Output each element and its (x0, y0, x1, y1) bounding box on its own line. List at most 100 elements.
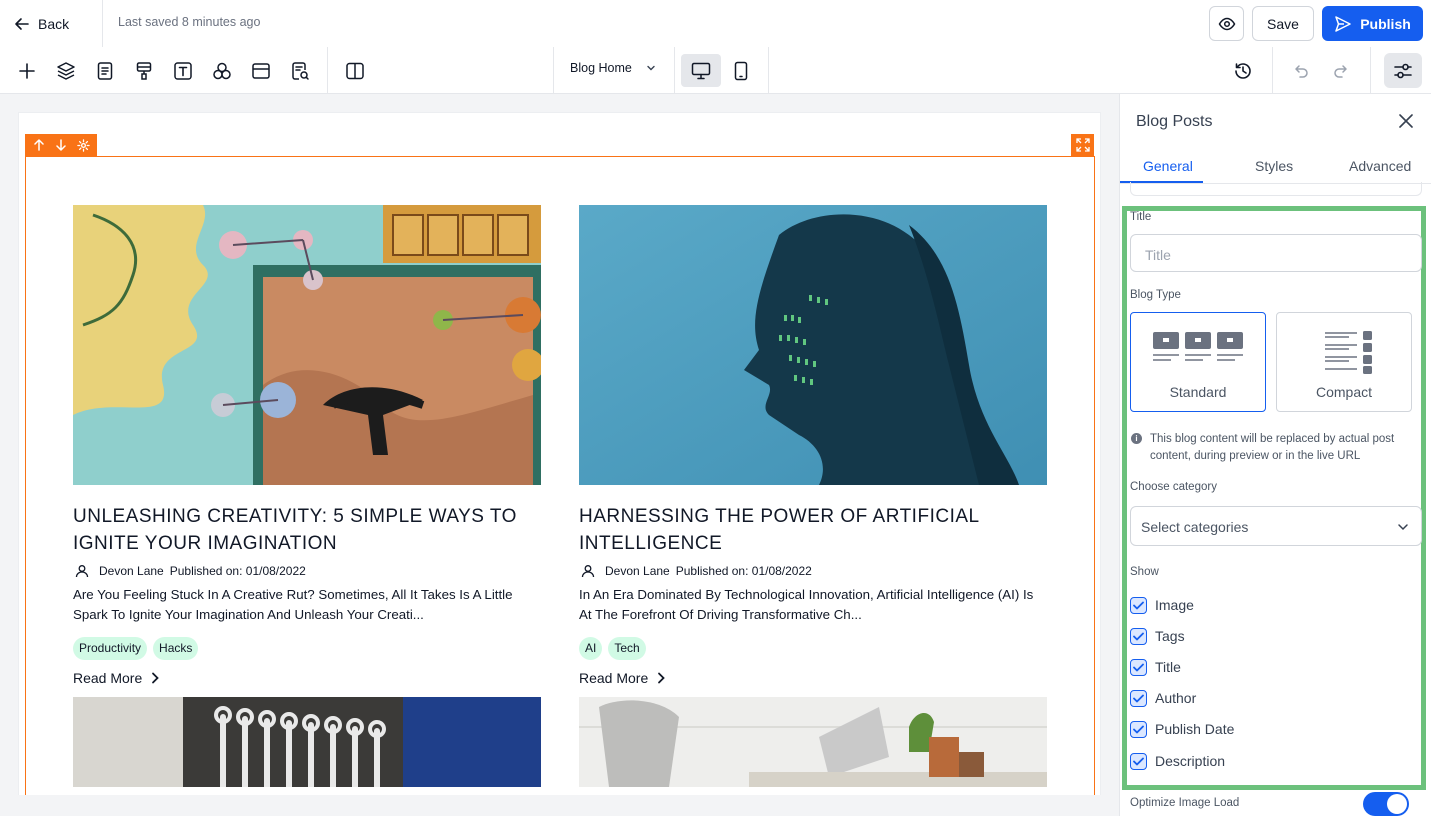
divider (1370, 47, 1371, 93)
post-description: In An Era Dominated By Technological Inn… (579, 587, 1034, 622)
title-input[interactable]: Title (1130, 234, 1422, 272)
show-author-checkbox[interactable]: Author (1130, 688, 1196, 708)
checkbox-checked-icon (1130, 596, 1147, 614)
show-description-checkbox[interactable]: Description (1130, 751, 1225, 771)
gear-icon[interactable] (74, 136, 92, 154)
split-view-icon[interactable] (343, 59, 367, 83)
top-bar: Back Last saved 8 minutes ago Save Publi… (0, 0, 1431, 47)
show-publish-date-checkbox[interactable]: Publish Date (1130, 719, 1234, 739)
read-more-link[interactable]: Read More (73, 670, 160, 686)
layers-icon[interactable] (54, 59, 78, 83)
post-image[interactable] (579, 205, 1047, 485)
tag-badge[interactable]: AI (579, 637, 603, 660)
post-meta: Devon Lane Published on: 01/08/2022 (581, 564, 812, 578)
undo-icon[interactable] (1289, 59, 1313, 83)
show-tags-checkbox[interactable]: Tags (1130, 626, 1185, 646)
back-button[interactable]: Back (14, 12, 69, 36)
toggle-knob (1387, 794, 1407, 814)
chevron-down-icon (1397, 521, 1409, 533)
optimize-image-toggle[interactable] (1363, 792, 1409, 816)
editor-toolbar: Blog Home (0, 47, 1431, 94)
divider (674, 47, 675, 93)
info-icon: i (1131, 433, 1142, 444)
checkbox-checked-icon (1130, 689, 1147, 707)
blog-type-standard-label: Standard (1169, 384, 1227, 400)
show-title-label: Title (1155, 659, 1181, 675)
paint-icon[interactable] (132, 59, 156, 83)
eye-icon (1218, 15, 1236, 33)
divider (768, 47, 769, 93)
divider (553, 47, 554, 93)
post-author: Devon Lane (99, 564, 164, 578)
post-title[interactable]: Unleashing Creativity: 5 Simple Ways To … (73, 503, 541, 557)
blog-type-label: Blog Type (1130, 289, 1181, 301)
layout-icon[interactable] (249, 59, 273, 83)
tab-styles[interactable]: Styles (1255, 158, 1293, 174)
post-tags: Productivity Hacks (73, 637, 199, 660)
divider (102, 0, 103, 47)
history-icon[interactable] (1231, 59, 1255, 83)
page-search-icon[interactable] (288, 59, 312, 83)
show-title-checkbox[interactable]: Title (1130, 657, 1181, 677)
move-down-icon[interactable] (52, 136, 70, 154)
publish-label: Publish (1360, 15, 1411, 32)
post-meta: Devon Lane Published on: 01/08/2022 (75, 564, 306, 578)
checkbox-checked-icon (1130, 658, 1147, 676)
checkbox-checked-icon (1130, 627, 1147, 645)
tab-advanced[interactable]: Advanced (1349, 158, 1411, 174)
show-image-checkbox[interactable]: Image (1130, 595, 1194, 615)
tab-general[interactable]: General (1143, 158, 1193, 174)
phone-icon (734, 61, 748, 81)
info-text: This blog content will be replaced by ac… (1150, 433, 1395, 462)
blog-type-compact[interactable]: Compact (1276, 312, 1412, 412)
post-tags: AI Tech (579, 637, 646, 660)
post-image[interactable] (579, 697, 1047, 787)
text-icon[interactable] (171, 59, 195, 83)
read-more-label: Read More (579, 670, 649, 686)
page-selector[interactable]: Blog Home (570, 61, 656, 75)
show-publish-date-label: Publish Date (1155, 721, 1235, 737)
preview-button[interactable] (1209, 6, 1244, 41)
chevron-right-icon (656, 672, 666, 684)
show-label: Show (1130, 566, 1159, 578)
blog-post-card: Unleashing Creativity: 5 Simple Ways To … (73, 205, 541, 795)
post-image[interactable] (73, 205, 541, 485)
show-description-label: Description (1155, 753, 1226, 769)
post-author: Devon Lane (605, 564, 670, 578)
read-more-link[interactable]: Read More (579, 670, 666, 686)
show-author-label: Author (1155, 690, 1197, 706)
chevron-right-icon (150, 672, 160, 684)
page-name: Blog Home (570, 61, 632, 75)
publish-button[interactable]: Publish (1322, 6, 1423, 41)
post-title[interactable]: Harnessing The Power Of Artificial Intel… (579, 503, 1047, 557)
show-image-label: Image (1155, 597, 1194, 613)
tag-badge[interactable]: Productivity (73, 637, 148, 660)
blog-type-standard[interactable]: Standard (1130, 312, 1266, 412)
post-date: Published on: 01/08/2022 (169, 564, 306, 578)
panel-title: Blog Posts (1136, 113, 1213, 130)
redo-icon[interactable] (1329, 59, 1353, 83)
category-label: Choose category (1130, 481, 1217, 493)
close-icon[interactable] (1396, 111, 1416, 131)
tag-badge[interactable]: Tech (608, 637, 646, 660)
move-up-icon[interactable] (30, 136, 48, 154)
desktop-view-button[interactable] (681, 54, 721, 87)
sliders-icon (1393, 62, 1413, 80)
back-label: Back (38, 16, 70, 32)
elements-icon[interactable] (210, 59, 234, 83)
settings-panel-toggle[interactable] (1384, 53, 1422, 88)
list-layout-icon (1325, 331, 1372, 374)
optimize-image-label: Optimize Image Load (1130, 797, 1240, 809)
panel-tabs: General Styles Advanced (1120, 153, 1431, 183)
category-select[interactable]: Select categories (1130, 506, 1422, 546)
post-date: Published on: 01/08/2022 (675, 564, 812, 578)
tag-badge[interactable]: Hacks (153, 637, 199, 660)
post-image[interactable] (73, 697, 541, 787)
send-icon (1334, 15, 1352, 33)
mobile-view-button[interactable] (725, 54, 757, 87)
expand-icon[interactable] (1071, 134, 1094, 156)
pages-icon[interactable] (93, 59, 117, 83)
save-button[interactable]: Save (1252, 6, 1314, 41)
collapsed-section (1130, 182, 1422, 196)
plus-icon[interactable] (15, 59, 39, 83)
